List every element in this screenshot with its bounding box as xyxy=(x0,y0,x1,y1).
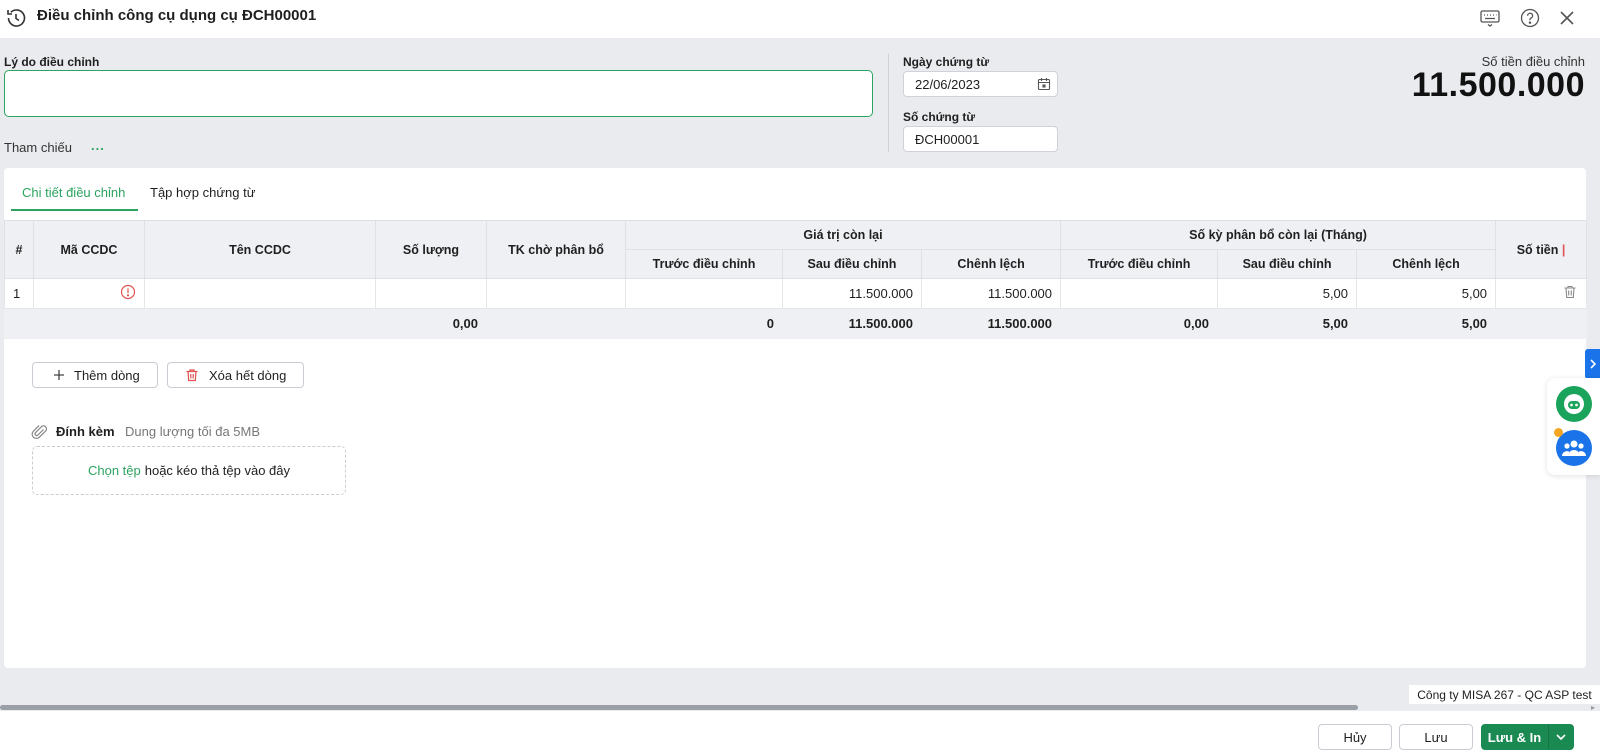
tab-adjustment-detail[interactable]: Chi tiết điều chỉnh xyxy=(22,185,125,200)
cancel-button[interactable]: Hủy xyxy=(1318,724,1392,750)
cell-period-after[interactable]: 5,00 xyxy=(1217,278,1358,309)
total-quantity: 0,00 xyxy=(375,308,487,339)
active-tab-indicator xyxy=(11,209,138,211)
date-label: Ngày chứng từ xyxy=(903,55,990,69)
file-drop-zone[interactable]: Chọn tệp hoặc kéo thả tệp vào đây xyxy=(32,446,346,495)
cell-period-diff[interactable]: 5,00 xyxy=(1356,278,1497,309)
paperclip-icon xyxy=(31,423,49,444)
cell-pending-account[interactable] xyxy=(486,278,626,309)
side-panel-toggle[interactable] xyxy=(1585,349,1600,379)
save-options-dropdown[interactable] xyxy=(1548,724,1574,750)
reason-label: Lý do điều chỉnh xyxy=(4,55,100,69)
cell-index: 1 xyxy=(4,278,34,309)
voucher-no-field[interactable]: ĐCH00001 xyxy=(903,126,1058,152)
cell-value-before[interactable] xyxy=(625,278,783,309)
col-pending-account[interactable]: TK chờ phân bổ xyxy=(486,220,626,279)
delete-all-rows-button[interactable]: Xóa hết dòng xyxy=(167,362,304,388)
title-bar: Điều chỉnh công cụ dụng cụ ĐCH00001 xyxy=(0,0,1600,38)
total-value-diff: 11.500.000 xyxy=(920,308,1062,339)
total-value-after: 11.500.000 xyxy=(782,308,922,339)
col-quantity[interactable]: Số lượng xyxy=(375,220,487,279)
attachment-limit: Dung lượng tối đa 5MB xyxy=(125,424,261,439)
cell-quantity[interactable] xyxy=(375,278,487,309)
col-amount[interactable]: Số tiền | xyxy=(1495,220,1588,279)
table-row[interactable]: 1 11.500.000 11.500.000 5,00 5,00 xyxy=(4,278,1588,309)
col-group-remaining-value: Giá trị còn lại xyxy=(624,220,1062,250)
total-period-before: 0,00 xyxy=(1060,308,1219,339)
col-value-diff[interactable]: Chênh lệch xyxy=(920,249,1062,279)
col-period-before[interactable]: Trước điều chỉnh xyxy=(1060,249,1219,279)
help-icon[interactable] xyxy=(1518,6,1542,30)
col-amount-label: Số tiền xyxy=(1516,242,1559,257)
cell-code[interactable] xyxy=(33,278,145,309)
close-icon[interactable] xyxy=(1555,6,1579,30)
drop-text: hoặc kéo thả tệp vào đây xyxy=(144,463,291,478)
col-group-remaining-periods: Số kỳ phân bổ còn lại (Tháng) xyxy=(1060,220,1497,250)
col-period-diff[interactable]: Chênh lệch xyxy=(1356,249,1497,279)
date-field[interactable]: 22/06/2023 xyxy=(903,71,1058,97)
total-value-before: 0 xyxy=(625,308,783,339)
col-index: # xyxy=(4,220,34,279)
window-title: Điều chỉnh công cụ dụng cụ ĐCH00001 xyxy=(37,7,317,24)
total-period-after: 5,00 xyxy=(1217,308,1358,339)
adjustment-table: # Mã CCDC Tên CCDC Số lượng TK chờ phân … xyxy=(4,220,1588,339)
support-widget-panel xyxy=(1547,378,1600,475)
reason-input[interactable] xyxy=(4,70,873,117)
cell-name[interactable] xyxy=(144,278,376,309)
trash-icon xyxy=(185,368,199,382)
voucher-no-label: Số chứng từ xyxy=(903,110,976,124)
col-code[interactable]: Mã CCDC xyxy=(33,220,145,279)
calendar-icon[interactable] xyxy=(1037,77,1051,91)
cell-value-diff[interactable]: 11.500.000 xyxy=(920,278,1062,309)
voucher-no-value: ĐCH00001 xyxy=(915,131,980,147)
save-print-button[interactable]: Lưu & In xyxy=(1481,724,1548,750)
chevron-right-icon xyxy=(1589,359,1597,369)
amount-value: 11.500.000 xyxy=(1411,66,1585,104)
attachment-label: Đính kèm xyxy=(56,424,115,439)
history-icon[interactable] xyxy=(4,6,28,30)
add-row-button[interactable]: Thêm dòng xyxy=(32,362,158,388)
save-button[interactable]: Lưu xyxy=(1399,724,1473,750)
reference-label: Tham chiếu xyxy=(4,140,72,155)
delete-row-icon[interactable] xyxy=(1562,284,1578,303)
cell-amount[interactable] xyxy=(1495,278,1588,309)
notification-dot xyxy=(1554,428,1563,437)
header-divider xyxy=(888,54,889,152)
horizontal-scrollbar-thumb[interactable] xyxy=(0,705,1358,710)
keyboard-icon[interactable] xyxy=(1478,6,1502,30)
col-period-after[interactable]: Sau điều chỉnh xyxy=(1217,249,1358,279)
cell-period-before[interactable] xyxy=(1060,278,1219,309)
chatbot-icon[interactable] xyxy=(1556,386,1592,425)
warning-icon xyxy=(120,284,136,303)
col-value-before[interactable]: Trước điều chỉnh xyxy=(625,249,783,279)
date-value: 22/06/2023 xyxy=(915,76,981,92)
cell-value-after[interactable]: 11.500.000 xyxy=(782,278,922,309)
chevron-down-icon xyxy=(1556,733,1566,741)
col-value-after[interactable]: Sau điều chỉnh xyxy=(782,249,922,279)
delete-all-rows-label: Xóa hết dòng xyxy=(209,367,287,383)
col-name[interactable]: Tên CCDC xyxy=(144,220,376,279)
total-period-diff: 5,00 xyxy=(1356,308,1497,339)
company-status: Công ty MISA 267 - QC ASP test xyxy=(1409,685,1600,705)
totals-row: 0,00 0 11.500.000 11.500.000 0,00 5,00 5… xyxy=(4,308,1588,339)
reference-more-button[interactable]: ... xyxy=(91,138,105,153)
choose-file-link[interactable]: Chọn tệp xyxy=(88,463,141,478)
plus-icon xyxy=(53,369,65,381)
add-row-label: Thêm dòng xyxy=(74,367,140,383)
tab-vouchers[interactable]: Tập hợp chứng từ xyxy=(150,185,255,200)
